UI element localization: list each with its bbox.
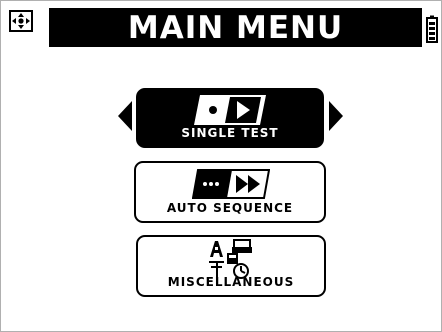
screen-frame: MAIN MENU SINGLE TEST AUTO SEQUENCE MISC… — [0, 0, 442, 332]
auto-sequence-icon — [192, 169, 270, 199]
menu-item-single-test[interactable]: SINGLE TEST — [136, 88, 324, 148]
page-title: MAIN MENU — [127, 9, 344, 46]
arrow-right-icon[interactable] — [328, 100, 344, 132]
single-test-icon — [194, 95, 266, 125]
menu-item-label: AUTO SEQUENCE — [166, 201, 294, 215]
navigation-cross-icon — [9, 10, 33, 32]
title-bar: MAIN MENU — [49, 8, 422, 47]
menu-item-label: SINGLE TEST — [181, 126, 279, 140]
arrow-left-icon[interactable] — [117, 100, 133, 132]
menu-item-label: MISCELLANEOUS — [167, 275, 295, 289]
menu-item-auto-sequence[interactable]: AUTO SEQUENCE — [134, 161, 326, 223]
menu-item-miscellaneous[interactable]: MISCELLANEOUS — [136, 235, 326, 297]
battery-icon — [426, 15, 438, 43]
